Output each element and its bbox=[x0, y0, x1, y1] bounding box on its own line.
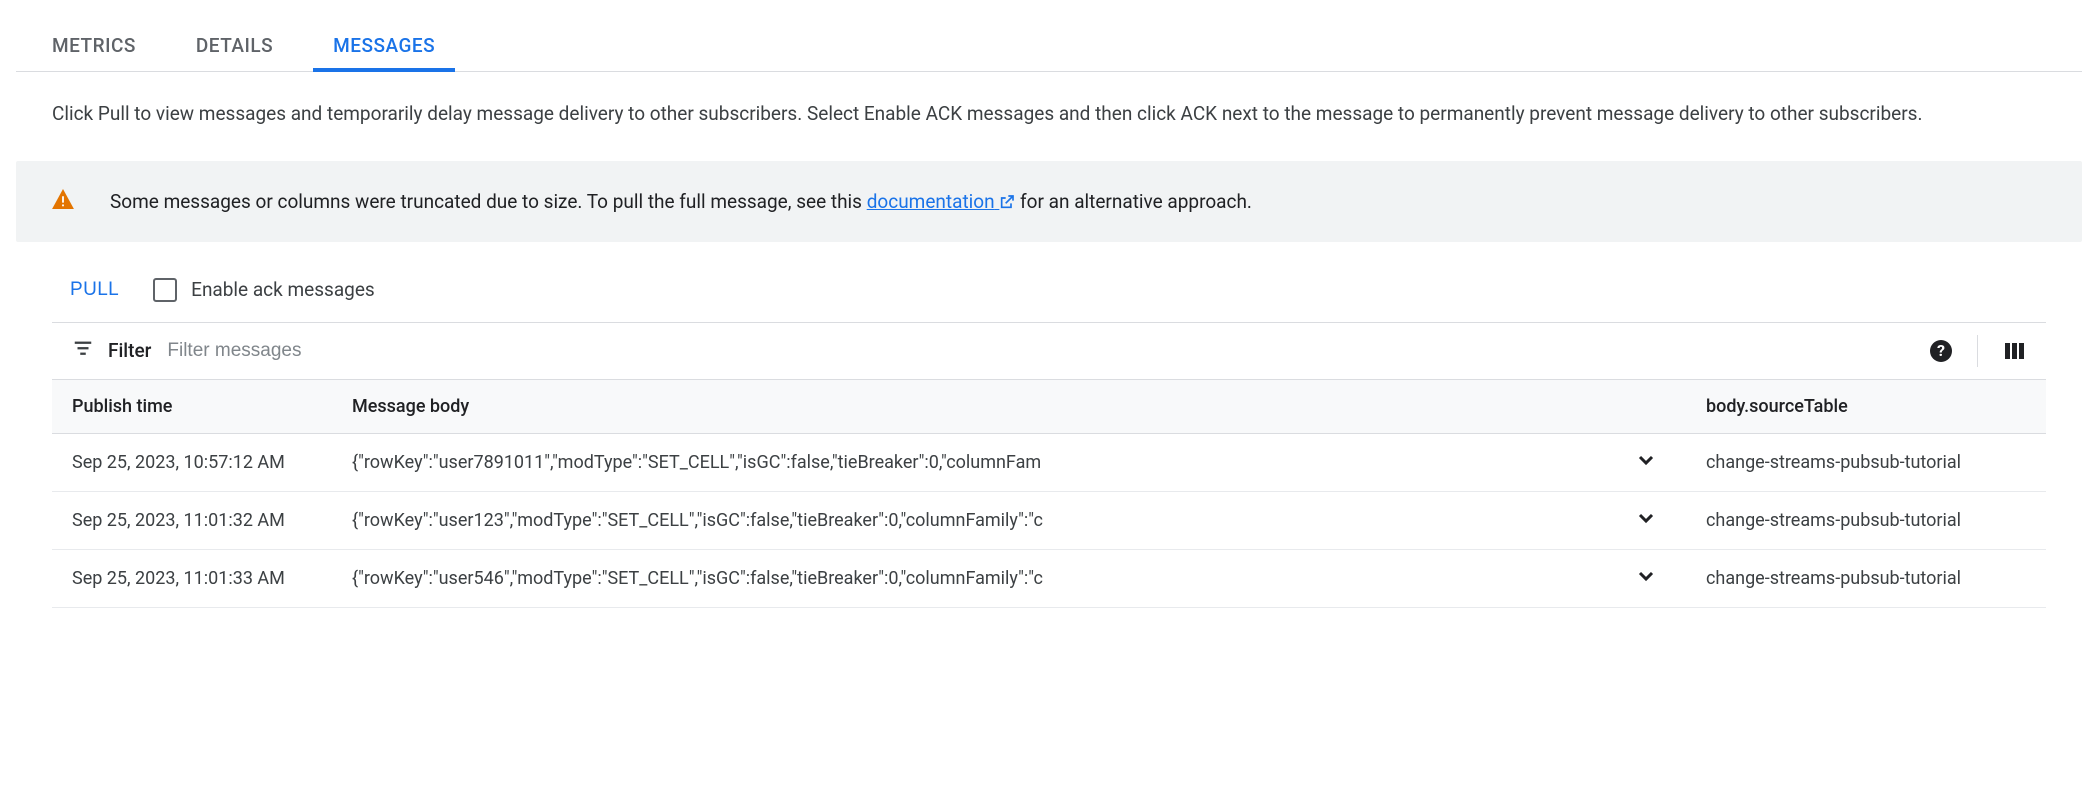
header-expand bbox=[1606, 380, 1686, 434]
external-link-icon bbox=[999, 194, 1015, 210]
enable-ack-checkbox[interactable]: Enable ack messages bbox=[153, 278, 375, 302]
banner-text-after: for an alternative approach. bbox=[1015, 190, 1252, 213]
tab-metrics[interactable]: METRICS bbox=[52, 20, 136, 71]
chevron-down-icon bbox=[1634, 448, 1658, 472]
controls-bar: PULL Enable ack messages bbox=[16, 242, 2082, 322]
table-row: Sep 25, 2023, 11:01:33 AM {"rowKey":"use… bbox=[52, 549, 2046, 607]
filter-input[interactable] bbox=[165, 339, 1915, 363]
cell-source-table: change-streams-pubsub-tutorial bbox=[1686, 549, 2046, 607]
tabs-bar: METRICS DETAILS MESSAGES bbox=[16, 20, 2082, 72]
columns-icon[interactable] bbox=[2002, 339, 2026, 363]
svg-text:?: ? bbox=[1937, 341, 1945, 360]
expand-row-button[interactable] bbox=[1634, 448, 1658, 472]
messages-table-area: Filter ? Publish time Message body body.… bbox=[16, 322, 2082, 608]
table-header-row: Publish time Message body body.sourceTab… bbox=[52, 380, 2046, 434]
table-row: Sep 25, 2023, 10:57:12 AM {"rowKey":"use… bbox=[52, 433, 2046, 491]
help-icon[interactable]: ? bbox=[1929, 339, 1953, 363]
header-publish-time[interactable]: Publish time bbox=[52, 380, 332, 434]
enable-ack-label: Enable ack messages bbox=[191, 278, 375, 301]
warning-icon bbox=[52, 189, 74, 214]
banner-text: Some messages or columns were truncated … bbox=[110, 190, 1252, 213]
filter-bar: Filter ? bbox=[52, 322, 2046, 380]
table-row: Sep 25, 2023, 11:01:32 AM {"rowKey":"use… bbox=[52, 491, 2046, 549]
filter-icon bbox=[72, 337, 94, 364]
cell-publish-time: Sep 25, 2023, 10:57:12 AM bbox=[52, 433, 332, 491]
filter-label: Filter bbox=[108, 339, 151, 362]
documentation-link[interactable]: documentation bbox=[867, 190, 1016, 213]
checkbox-icon bbox=[153, 278, 177, 302]
documentation-link-text: documentation bbox=[867, 190, 995, 213]
header-message-body[interactable]: Message body bbox=[332, 380, 1606, 434]
cell-source-table: change-streams-pubsub-tutorial bbox=[1686, 491, 2046, 549]
cell-source-table: change-streams-pubsub-tutorial bbox=[1686, 433, 2046, 491]
tab-details[interactable]: DETAILS bbox=[196, 20, 273, 71]
truncation-banner: Some messages or columns were truncated … bbox=[16, 161, 2082, 242]
cell-message-body: {"rowKey":"user7891011","modType":"SET_C… bbox=[332, 433, 1606, 491]
divider bbox=[1977, 335, 1978, 367]
chevron-down-icon bbox=[1634, 564, 1658, 588]
chevron-down-icon bbox=[1634, 506, 1658, 530]
messages-table: Publish time Message body body.sourceTab… bbox=[52, 380, 2046, 608]
expand-row-button[interactable] bbox=[1634, 506, 1658, 530]
cell-publish-time: Sep 25, 2023, 11:01:33 AM bbox=[52, 549, 332, 607]
tab-messages[interactable]: MESSAGES bbox=[333, 20, 435, 71]
cell-message-body: {"rowKey":"user546","modType":"SET_CELL"… bbox=[332, 549, 1606, 607]
pull-button[interactable]: PULL bbox=[64, 278, 125, 302]
banner-text-before: Some messages or columns were truncated … bbox=[110, 190, 867, 213]
page-description: Click Pull to view messages and temporar… bbox=[16, 72, 2082, 137]
cell-message-body: {"rowKey":"user123","modType":"SET_CELL"… bbox=[332, 491, 1606, 549]
header-source-table[interactable]: body.sourceTable bbox=[1686, 380, 2046, 434]
expand-row-button[interactable] bbox=[1634, 564, 1658, 588]
cell-publish-time: Sep 25, 2023, 11:01:32 AM bbox=[52, 491, 332, 549]
